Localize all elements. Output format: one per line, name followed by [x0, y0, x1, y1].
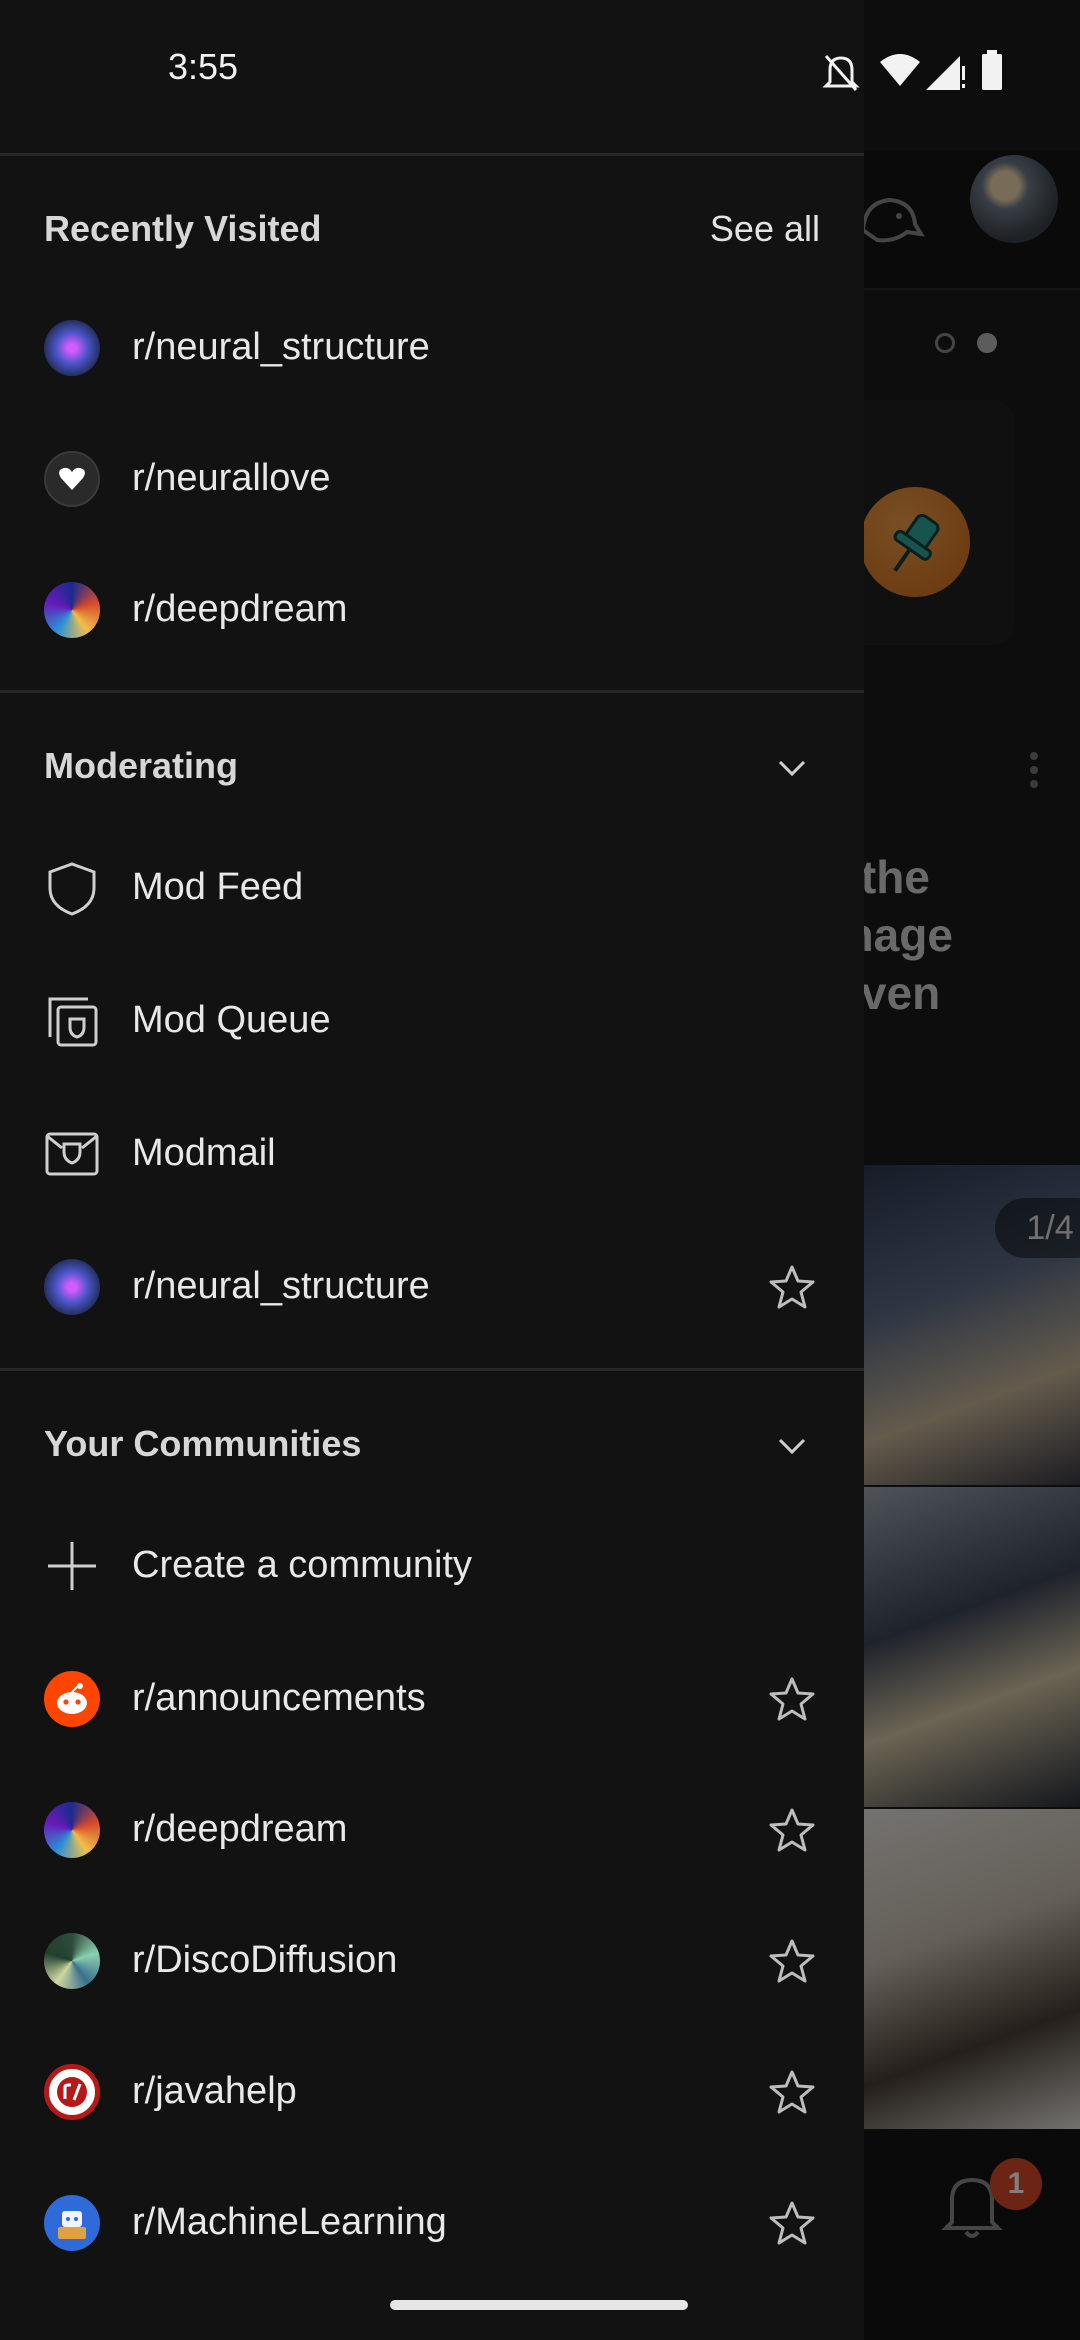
divider: [0, 153, 864, 156]
neural-structure-avatar: [44, 1259, 100, 1315]
status-time: 3:55: [168, 46, 239, 87]
recent-item-label: r/neurallove: [132, 457, 331, 499]
home-indicator[interactable]: [390, 2300, 688, 2310]
recent-item-label: r/neural_structure: [132, 326, 430, 368]
recent-item-deepdream[interactable]: r/deepdream: [0, 556, 864, 666]
star-icon[interactable]: [768, 2068, 816, 2116]
bell-off-icon: [822, 55, 860, 91]
your-communities-heading[interactable]: Your Communities: [44, 1423, 361, 1465]
mod-queue-icon: [48, 997, 98, 1047]
community-item-machinelearning[interactable]: r/MachineLearning: [0, 2169, 864, 2279]
star-icon[interactable]: [768, 1675, 816, 1723]
mod-feed-label: Mod Feed: [132, 866, 304, 908]
chevron-down-icon[interactable]: [772, 748, 812, 788]
wifi-icon: [880, 54, 920, 86]
moderating-heading[interactable]: Moderating: [44, 745, 238, 787]
recently-visited-heading: Recently Visited: [44, 208, 322, 249]
community-label: r/MachineLearning: [132, 2201, 447, 2243]
star-icon[interactable]: [768, 1937, 816, 1985]
create-community-label: Create a community: [132, 1544, 473, 1586]
community-label: r/DiscoDiffusion: [132, 1939, 398, 1981]
divider: [0, 690, 864, 693]
reddit-avatar: [44, 1671, 100, 1727]
modmail-item[interactable]: Modmail: [0, 1100, 864, 1210]
modmail-icon: [45, 1132, 99, 1176]
community-label: r/neural_structure: [132, 1265, 430, 1307]
r-slash-logo-icon: [57, 2077, 87, 2107]
snoo-icon: [57, 1683, 87, 1714]
mod-queue-item[interactable]: Mod Queue: [0, 967, 864, 1077]
discodiffusion-avatar: [44, 1933, 100, 1989]
community-item-announcements[interactable]: r/announcements: [0, 1645, 864, 1755]
status-bar: 3:55: [0, 0, 864, 150]
community-item-discodiffusion[interactable]: r/DiscoDiffusion: [0, 1907, 864, 2017]
star-icon[interactable]: [768, 1263, 816, 1311]
star-icon[interactable]: [768, 2199, 816, 2247]
create-community-item[interactable]: Create a community: [0, 1512, 864, 1622]
plus-icon: [48, 1542, 96, 1590]
community-label: r/javahelp: [132, 2070, 297, 2112]
community-item-deepdream[interactable]: r/deepdream: [0, 1776, 864, 1886]
community-label: r/announcements: [132, 1677, 426, 1719]
robot-icon: [58, 2211, 86, 2239]
mod-feed-item[interactable]: Mod Feed: [0, 834, 864, 944]
star-icon[interactable]: [768, 1806, 816, 1854]
modmail-label: Modmail: [132, 1132, 276, 1174]
javahelp-avatar: [44, 2064, 100, 2120]
recent-item-neural-structure[interactable]: r/neural_structure: [0, 294, 864, 404]
divider: [0, 1368, 864, 1371]
deepdream-avatar: [44, 582, 100, 638]
deepdream-avatar: [44, 1802, 100, 1858]
moderated-community-neural-structure[interactable]: r/neural_structure: [0, 1233, 864, 1343]
machinelearning-avatar: [44, 2195, 100, 2251]
signal-icon: [926, 56, 965, 90]
community-item-javahelp[interactable]: r/javahelp: [0, 2038, 864, 2148]
neurallove-avatar: [44, 451, 100, 507]
battery-icon: [982, 50, 1002, 90]
neural-structure-avatar: [44, 320, 100, 376]
see-all-link[interactable]: See all: [710, 208, 820, 250]
community-label: r/deepdream: [132, 1808, 348, 1850]
shield-icon: [48, 862, 96, 916]
recent-item-label: r/deepdream: [132, 588, 348, 630]
mod-queue-label: Mod Queue: [132, 999, 331, 1041]
chevron-down-icon[interactable]: [772, 1426, 812, 1466]
heart-icon: [59, 467, 85, 490]
navigation-drawer: 3:55 Recently Visited See all r/neural_s…: [0, 0, 1002, 2340]
recent-item-neurallove[interactable]: r/neurallove: [0, 425, 864, 535]
